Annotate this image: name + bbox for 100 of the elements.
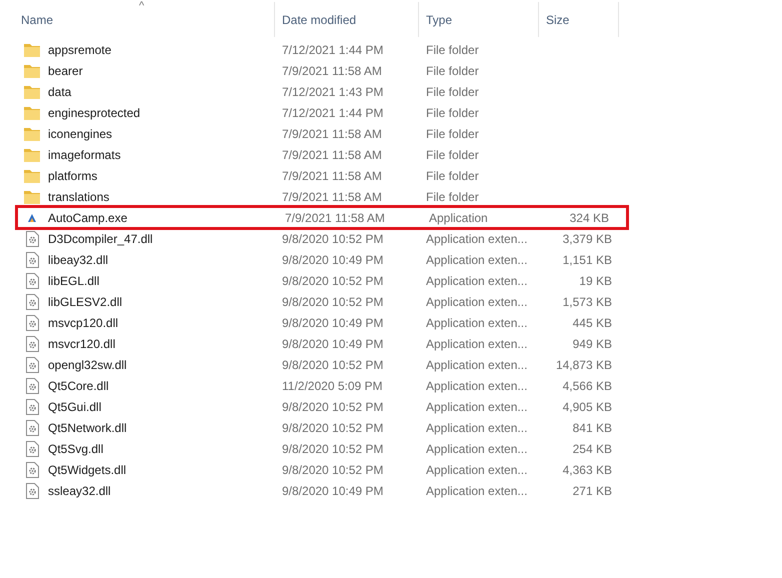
date-cell: 7/9/2021 11:58 AM <box>282 168 382 182</box>
column-header[interactable]: Size <box>539 2 619 37</box>
type-cell: Application exten... <box>426 336 528 350</box>
type-cell: File folder <box>426 64 479 78</box>
date-cell: 9/8/2020 10:49 PM <box>282 316 384 330</box>
gear-file-icon <box>26 440 38 456</box>
date-cell: 7/12/2021 1:43 PM <box>282 84 384 98</box>
triangle-icon <box>27 212 37 222</box>
date-cell: 7/9/2021 11:58 AM <box>282 148 382 162</box>
type-cell: Application exten... <box>426 232 528 246</box>
sort-indicator: ^ <box>139 0 144 14</box>
type-cell: Application exten... <box>426 378 528 392</box>
file-name[interactable]: libGLESV2.dll <box>48 292 122 310</box>
type-cell: File folder <box>426 84 479 98</box>
file-name[interactable]: D3Dcompiler_47.dll <box>48 230 153 248</box>
folder-icon <box>24 106 40 120</box>
file-name[interactable]: Qt5Widgets.dll <box>48 460 126 478</box>
type-cell: Application exten... <box>426 294 528 308</box>
type-cell: File folder <box>426 126 479 140</box>
gear-file-icon <box>26 252 38 268</box>
folder-icon <box>24 190 40 204</box>
file-name[interactable]: Qt5Network.dll <box>48 418 127 436</box>
date-cell: 7/12/2021 1:44 PM <box>282 42 384 56</box>
gear-file-icon <box>26 272 38 288</box>
gear-file-icon <box>26 378 38 394</box>
gear-file-icon <box>26 482 38 498</box>
size-cell-text: 324 KB <box>570 210 609 226</box>
file-name[interactable]: imageformats <box>48 146 121 164</box>
size-cell-text: 19 KB <box>579 272 612 290</box>
date-cell: 7/9/2021 11:58 AM <box>282 64 382 78</box>
file-name[interactable]: Qt5Core.dll <box>48 376 109 394</box>
type-cell: Application exten... <box>426 358 528 372</box>
type-cell: Application exten... <box>426 400 528 414</box>
type-cell: Application exten... <box>426 484 528 498</box>
file-name[interactable]: libeay32.dll <box>48 250 108 268</box>
type-cell: File folder <box>426 168 479 182</box>
file-name[interactable]: ssleay32.dll <box>48 482 111 500</box>
size-cell-text: 3,379 KB <box>562 230 612 248</box>
type-cell: File folder <box>426 190 479 204</box>
type-cell: Application exten... <box>426 462 528 476</box>
file-name[interactable]: msvcp120.dll <box>48 314 118 332</box>
date-cell: 7/9/2021 11:58 AM <box>282 126 382 140</box>
size-cell-text: 4,905 KB <box>562 398 612 416</box>
size-cell-text: 254 KB <box>572 440 612 458</box>
date-cell: 7/12/2021 1:44 PM <box>282 106 384 120</box>
date-cell: 9/8/2020 10:52 PM <box>282 232 384 246</box>
type-cell: Application exten... <box>426 442 528 456</box>
gear-file-icon <box>26 294 38 310</box>
type-cell: Application exten... <box>426 316 528 330</box>
file-name[interactable]: appsremote <box>48 40 112 58</box>
type-cell: File folder <box>426 148 479 162</box>
size-cell-text: 841 KB <box>572 420 612 436</box>
folder-icon <box>24 42 40 56</box>
file-name[interactable]: bearer <box>48 62 83 80</box>
size-cell-text: 14,873 KB <box>556 356 612 374</box>
gear-file-icon <box>26 230 38 246</box>
date-cell: 9/8/2020 10:49 PM <box>282 484 384 498</box>
date-cell: 9/8/2020 10:52 PM <box>282 274 384 288</box>
size-cell-text: 4,363 KB <box>562 462 612 478</box>
file-name[interactable]: opengl32sw.dll <box>48 356 127 374</box>
size-cell-text: 1,573 KB <box>562 294 612 310</box>
type-cell: File folder <box>426 42 479 56</box>
file-name[interactable]: enginesprotected <box>48 104 140 122</box>
size-cell-text: 1,151 KB <box>562 252 612 268</box>
size-cell-text: 271 KB <box>572 482 612 500</box>
file-name[interactable]: msvcr120.dll <box>48 334 116 352</box>
file-name[interactable]: platforms <box>48 166 98 184</box>
type-cell: File folder <box>426 106 479 120</box>
date-cell: 7/9/2021 11:58 AM <box>285 210 385 224</box>
type-cell: Application exten... <box>426 274 528 288</box>
file-name[interactable]: Qt5Gui.dll <box>48 398 102 416</box>
size-cell-text: 949 KB <box>572 336 612 352</box>
column-header[interactable]: Date modified <box>275 2 419 37</box>
file-name[interactable]: AutoCamp.exe <box>48 208 128 226</box>
date-cell: 9/8/2020 10:52 PM <box>282 420 384 434</box>
date-cell: 9/8/2020 10:52 PM <box>282 294 384 308</box>
file-name[interactable]: libEGL.dll <box>48 272 100 290</box>
date-cell: 9/8/2020 10:52 PM <box>282 400 384 414</box>
date-cell: 9/8/2020 10:52 PM <box>282 358 384 372</box>
date-cell: 9/8/2020 10:49 PM <box>282 252 384 266</box>
gear-file-icon <box>26 398 38 414</box>
date-cell: 9/8/2020 10:52 PM <box>282 462 384 476</box>
file-name[interactable]: Qt5Svg.dll <box>48 440 104 458</box>
gear-file-icon <box>26 462 38 478</box>
folder-icon <box>24 168 40 182</box>
date-cell: 7/9/2021 11:58 AM <box>282 190 382 204</box>
type-cell: Application exten... <box>426 252 528 266</box>
file-name[interactable]: data <box>48 82 72 100</box>
folder-icon <box>24 64 40 78</box>
size-cell-text: 445 KB <box>572 314 612 332</box>
file-name[interactable]: translations <box>48 188 110 206</box>
folder-icon <box>24 148 40 162</box>
date-cell: 11/2/2020 5:09 PM <box>282 378 383 392</box>
gear-file-icon <box>26 420 38 436</box>
file-name[interactable]: iconengines <box>48 124 112 142</box>
gear-file-icon <box>26 336 38 352</box>
size-cell-text: 4,566 KB <box>562 378 612 394</box>
column-header[interactable]: Type <box>419 2 539 37</box>
gear-file-icon <box>26 356 38 372</box>
gear-file-icon <box>26 314 38 330</box>
